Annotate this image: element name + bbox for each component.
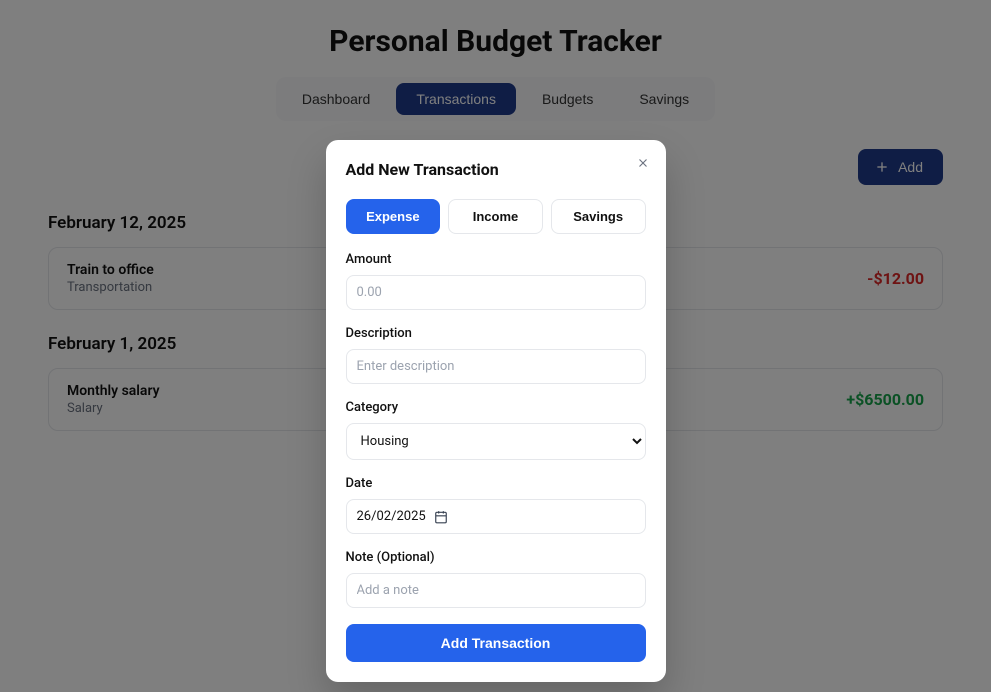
amount-label: Amount [346, 252, 646, 267]
close-button[interactable] [634, 154, 652, 172]
description-input[interactable] [346, 349, 646, 384]
category-label: Category [346, 400, 646, 415]
type-income-button[interactable]: Income [448, 199, 543, 234]
date-input[interactable]: 26/02/2025 [346, 499, 646, 534]
type-savings-button[interactable]: Savings [551, 199, 646, 234]
note-input[interactable] [346, 573, 646, 608]
amount-input[interactable] [346, 275, 646, 310]
close-icon [636, 156, 650, 170]
date-label: Date [346, 476, 646, 491]
modal-title: Add New Transaction [346, 160, 646, 179]
add-transaction-modal: Add New Transaction Expense Income Savin… [326, 140, 666, 682]
modal-overlay[interactable]: Add New Transaction Expense Income Savin… [0, 0, 991, 692]
type-expense-button[interactable]: Expense [346, 199, 441, 234]
note-label: Note (Optional) [346, 550, 646, 565]
transaction-type-group: Expense Income Savings [346, 199, 646, 234]
date-value: 26/02/2025 [357, 509, 426, 524]
calendar-icon [434, 510, 448, 524]
add-transaction-button[interactable]: Add Transaction [346, 624, 646, 662]
category-select[interactable]: Housing [346, 423, 646, 460]
description-label: Description [346, 326, 646, 341]
